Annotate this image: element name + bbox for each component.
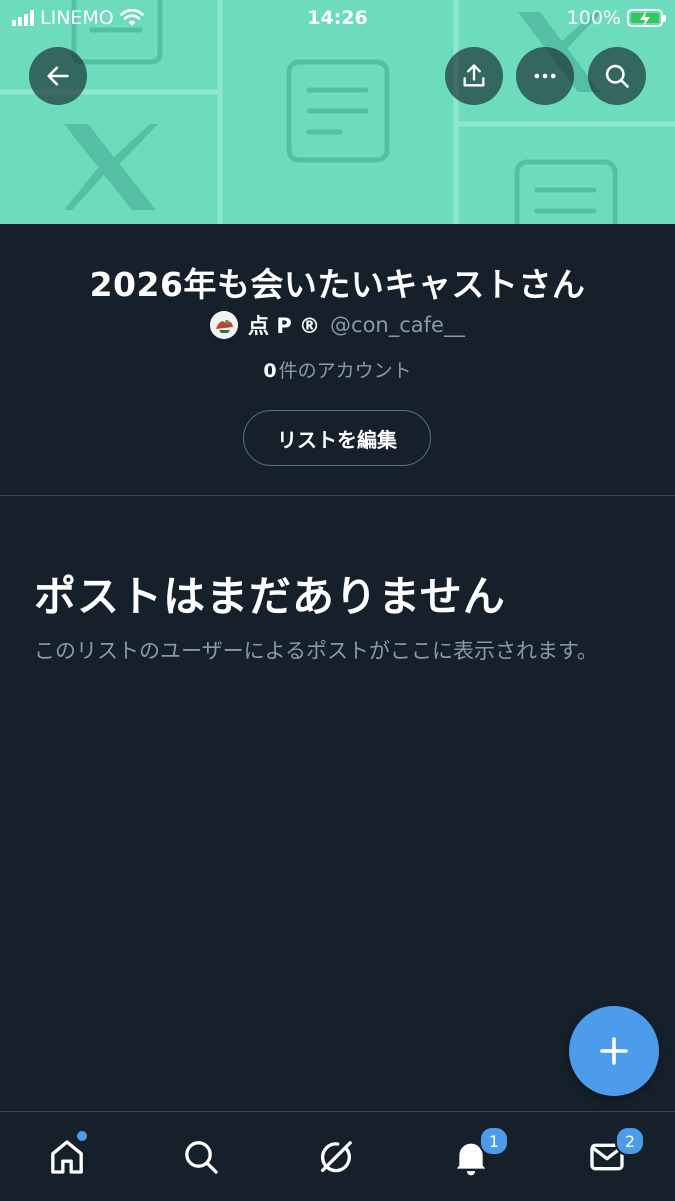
share-button[interactable] [445,47,503,105]
list-owner[interactable]: 点 P ® @con_cafe__ [0,310,675,340]
battery-icon [627,9,666,27]
member-count[interactable]: 0 件のアカウント [0,356,675,383]
list-title: 2026年も会いたいキャストさん [89,265,586,304]
back-arrow-icon [47,66,69,86]
member-count-label: 件のアカウント [278,360,412,382]
status-bar: LINEMO 14:26 100% [0,0,675,38]
plus-icon [600,1037,628,1065]
home-notification-dot [77,1131,87,1141]
back-button[interactable] [29,47,87,105]
battery-percent: 100% [566,7,621,29]
nav-grok[interactable] [296,1112,376,1201]
edit-list-button[interactable]: リストを編集 [243,410,431,466]
member-count-number: 0 [263,360,277,382]
notifications-badge: 1 [479,1126,509,1156]
nav-search[interactable] [161,1112,241,1201]
search-icon [605,64,629,88]
more-icon [534,73,556,79]
search-icon [185,1140,218,1174]
status-bar-right: 100% [566,7,666,29]
owner-handle[interactable]: @con_cafe__ [330,313,465,337]
owner-name[interactable]: 点 P ® [248,310,320,340]
nav-home[interactable] [27,1112,107,1201]
bottom-nav: 1 2 [0,1111,675,1201]
list-banner: LINEMO 14:26 100% [0,0,675,224]
more-button[interactable] [516,47,574,105]
nav-messages[interactable]: 2 [567,1112,647,1201]
home-icon [51,1139,83,1174]
nav-notifications[interactable]: 1 [431,1112,511,1201]
divider [0,495,675,496]
messages-badge: 2 [615,1126,645,1156]
compose-button[interactable] [569,1006,659,1096]
avatar[interactable] [210,311,239,339]
empty-state-description: このリストのユーザーによるポストがここに表示されます。 [34,639,598,663]
share-icon [463,64,485,87]
avatar-image [210,311,239,339]
search-button[interactable] [588,47,646,105]
grok-icon [321,1140,352,1172]
empty-state-title: ポストはまだありません [34,572,506,621]
